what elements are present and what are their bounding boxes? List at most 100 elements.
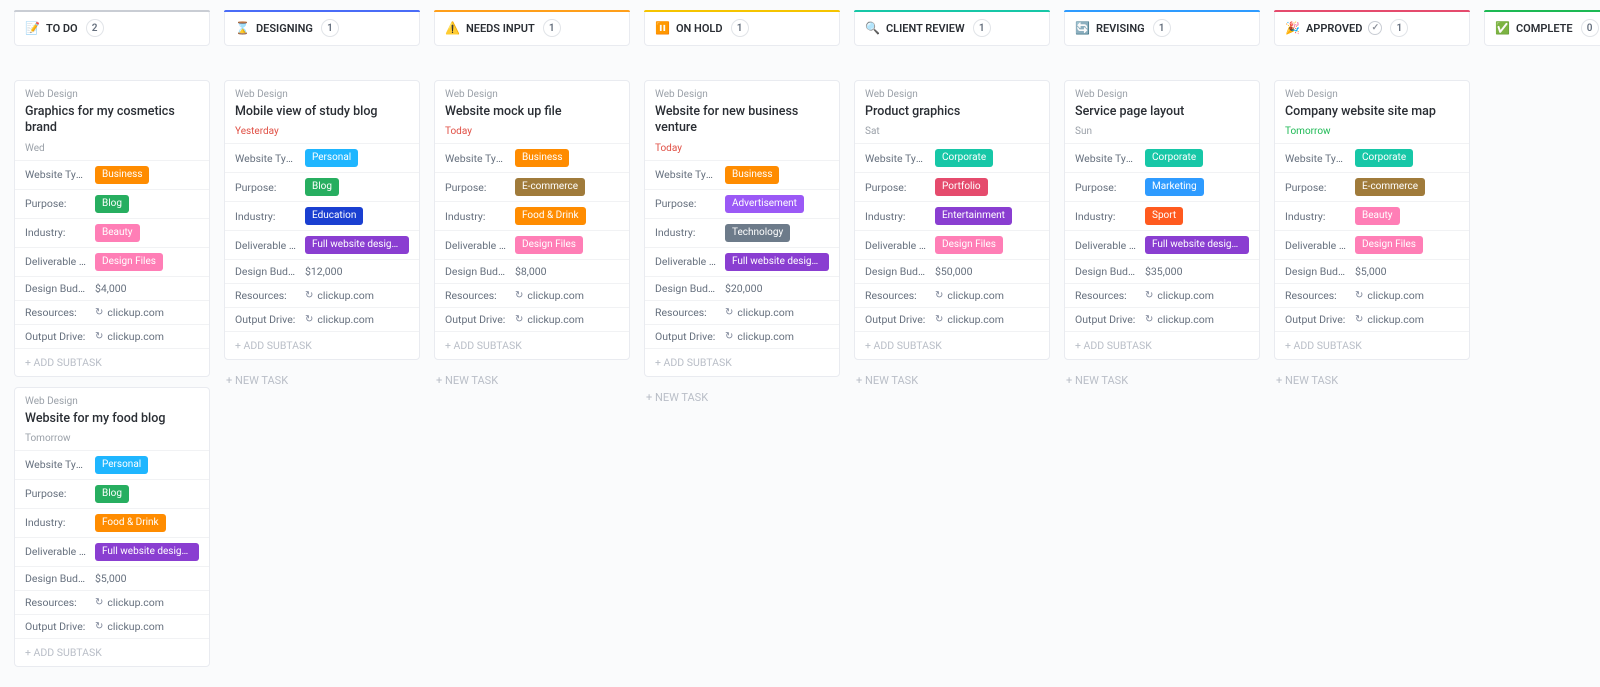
task-card[interactable]: Web DesignWebsite for my food blogTomorr… — [14, 387, 210, 667]
add-subtask-button[interactable]: + ADD SUBTASK — [855, 331, 1049, 359]
field-tag[interactable]: Design Files — [1355, 236, 1423, 254]
field-tag[interactable]: Personal — [95, 456, 148, 474]
task-card[interactable]: Web DesignWebsite mock up fileTodayWebsi… — [434, 80, 630, 360]
field-tag[interactable]: Corporate — [1145, 149, 1203, 167]
link-value[interactable]: ↻clickup.com — [515, 289, 584, 302]
field-tag[interactable]: Design Files — [515, 236, 583, 254]
new-task-button[interactable]: + NEW TASK — [224, 370, 420, 387]
new-task-button[interactable]: + NEW TASK — [854, 370, 1050, 387]
field-tag[interactable]: Blog — [95, 195, 129, 213]
add-subtask-button[interactable]: + ADD SUBTASK — [1275, 331, 1469, 359]
field-label: Website Type: — [1075, 152, 1137, 165]
column-header-approved[interactable]: 🎉APPROVED✓1 — [1274, 10, 1470, 46]
field-tag[interactable]: Food & Drink — [515, 207, 586, 225]
link-text: clickup.com — [527, 289, 584, 302]
link-value[interactable]: ↻clickup.com — [515, 313, 584, 326]
field-tag[interactable]: Personal — [305, 149, 358, 167]
new-task-button[interactable]: + NEW TASK — [1064, 370, 1260, 387]
new-task-button[interactable]: + NEW TASK — [644, 387, 840, 404]
link-value[interactable]: ↻clickup.com — [1145, 289, 1214, 302]
new-task-button[interactable]: + NEW TASK — [434, 370, 630, 387]
field-tag[interactable]: Sport — [1145, 207, 1183, 225]
link-value[interactable]: ↻clickup.com — [305, 313, 374, 326]
card-category: Web Design — [1285, 89, 1459, 100]
field-tag[interactable]: Beauty — [1355, 207, 1400, 225]
column-header-client-review[interactable]: 🔍CLIENT REVIEW1 — [854, 10, 1050, 46]
field-tag[interactable]: Full website design and lay... — [95, 543, 199, 561]
field-tag[interactable]: E-commerce — [1355, 178, 1425, 196]
field-tag[interactable]: Business — [515, 149, 569, 167]
link-value[interactable]: ↻clickup.com — [95, 596, 164, 609]
field-tag[interactable]: Advertisement — [725, 195, 804, 213]
field-tag[interactable]: Design Files — [95, 253, 163, 271]
add-subtask-button[interactable]: + ADD SUBTASK — [645, 348, 839, 376]
add-subtask-button[interactable]: + ADD SUBTASK — [435, 331, 629, 359]
field-label: Website Type: — [655, 168, 717, 181]
card-title: Service page layout — [1075, 104, 1249, 120]
field-label: Output Drive: — [25, 330, 87, 343]
column-header-designing[interactable]: ⌛DESIGNING1 — [224, 10, 420, 46]
add-subtask-button[interactable]: + ADD SUBTASK — [15, 638, 209, 666]
task-card[interactable]: Web DesignCompany website site mapTomorr… — [1274, 80, 1470, 360]
field-tag[interactable]: Technology — [725, 224, 790, 242]
task-card[interactable]: Web DesignWebsite for new business ventu… — [644, 80, 840, 377]
link-value[interactable]: ↻clickup.com — [935, 313, 1004, 326]
field-tag[interactable]: Portfolio — [935, 178, 988, 196]
link-value[interactable]: ↻clickup.com — [1355, 289, 1424, 302]
column-header-on-hold[interactable]: ⏸️ON HOLD1 — [644, 10, 840, 46]
clickup-link-icon: ↻ — [305, 290, 313, 301]
column-status-icon: ⌛ — [235, 21, 250, 35]
link-value[interactable]: ↻clickup.com — [725, 306, 794, 319]
card-field-row: Website Type:Corporate — [1275, 143, 1469, 172]
link-value[interactable]: ↻clickup.com — [95, 330, 164, 343]
column-header-complete[interactable]: ✅COMPLETE0 — [1484, 10, 1600, 46]
field-tag[interactable]: Design Files — [935, 236, 1003, 254]
link-value[interactable]: ↻clickup.com — [305, 289, 374, 302]
add-subtask-button[interactable]: + ADD SUBTASK — [1065, 331, 1259, 359]
task-card[interactable]: Web DesignGraphics for my cosmetics bran… — [14, 80, 210, 377]
field-tag[interactable]: Entertainment — [935, 207, 1012, 225]
column-header-todo[interactable]: 📝TO DO2 — [14, 10, 210, 46]
link-value[interactable]: ↻clickup.com — [95, 306, 164, 319]
card-field-row: Design Budg...$8,000 — [435, 259, 629, 283]
task-card[interactable]: Web DesignService page layoutSunWebsite … — [1064, 80, 1260, 360]
field-label: Design Budg... — [865, 265, 927, 278]
field-tag[interactable]: E-commerce — [515, 178, 585, 196]
link-value[interactable]: ↻clickup.com — [725, 330, 794, 343]
task-card[interactable]: Web DesignProduct graphicsSatWebsite Typ… — [854, 80, 1050, 360]
add-subtask-button[interactable]: + ADD SUBTASK — [225, 331, 419, 359]
column-header-revising[interactable]: 🔄REVISING1 — [1064, 10, 1260, 46]
field-label: Deliverable ... — [25, 545, 87, 558]
field-tag[interactable]: Blog — [95, 485, 129, 503]
link-value[interactable]: ↻clickup.com — [1145, 313, 1214, 326]
link-text: clickup.com — [1157, 289, 1214, 302]
clickup-link-icon: ↻ — [935, 314, 943, 325]
card-field-row: Deliverable ...Full website design and l… — [225, 230, 419, 259]
field-tag[interactable]: Blog — [305, 178, 339, 196]
card-date: Sun — [1075, 126, 1249, 137]
field-tag[interactable]: Marketing — [1145, 178, 1204, 196]
field-tag[interactable]: Food & Drink — [95, 514, 166, 532]
field-tag[interactable]: Business — [95, 166, 149, 184]
link-value[interactable]: ↻clickup.com — [1355, 313, 1424, 326]
task-card[interactable]: Web DesignMobile view of study blogYeste… — [224, 80, 420, 360]
link-value[interactable]: ↻clickup.com — [95, 620, 164, 633]
field-tag[interactable]: Beauty — [95, 224, 140, 242]
column-header-needs-input[interactable]: ⚠️NEEDS INPUT1 — [434, 10, 630, 46]
link-value[interactable]: ↻clickup.com — [935, 289, 1004, 302]
card-header: Web DesignWebsite for new business ventu… — [645, 81, 839, 160]
column-accent-bar — [1274, 10, 1470, 12]
field-tag[interactable]: Business — [725, 166, 779, 184]
field-tag[interactable]: Education — [305, 207, 363, 225]
add-subtask-button[interactable]: + ADD SUBTASK — [15, 348, 209, 376]
field-tag[interactable]: Corporate — [1355, 149, 1413, 167]
field-tag[interactable]: Corporate — [935, 149, 993, 167]
field-tag[interactable]: Full website design and lay... — [725, 253, 829, 271]
card-field-row: Output Drive: ↻clickup.com — [15, 324, 209, 348]
field-tag[interactable]: Full website design and lay... — [305, 236, 409, 254]
column-status-icon: ⏸️ — [655, 21, 670, 35]
new-task-button[interactable]: + NEW TASK — [1274, 370, 1470, 387]
card-date: Tomorrow — [1285, 126, 1459, 137]
field-tag[interactable]: Full website design and lay... — [1145, 236, 1249, 254]
link-text: clickup.com — [1367, 313, 1424, 326]
